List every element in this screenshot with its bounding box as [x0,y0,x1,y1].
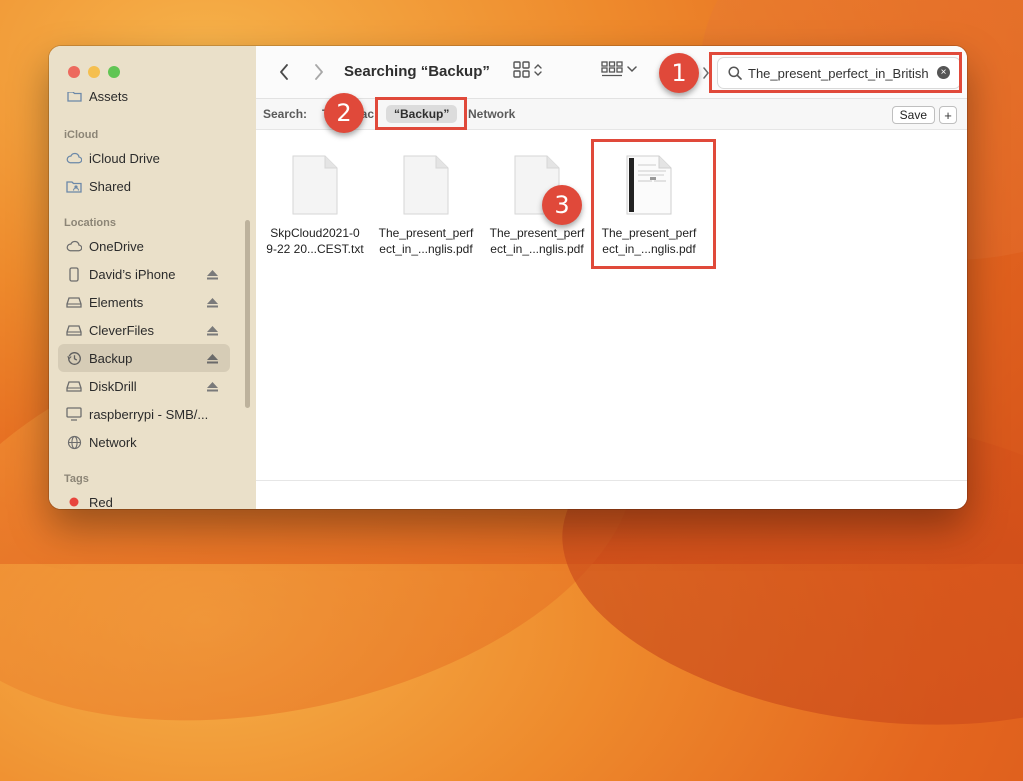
zoom-window-button[interactable] [108,66,120,78]
shared-folder-icon [66,178,82,194]
eject-icon[interactable] [207,380,218,395]
sidebar-item-label: Shared [89,178,131,194]
grid-icon [513,61,530,78]
file-name: The_present_perf ect_in_...nglis.pdf [378,226,474,256]
eject-icon[interactable] [207,268,218,283]
file-name: SkpCloud2021-0 9-22 20...CEST.txt [266,226,364,256]
sidebar-item-icloud-drive[interactable]: iCloud Drive [58,144,230,172]
sidebar-item-label: Backup [89,350,133,366]
eject-icon[interactable] [207,352,218,367]
sidebar-item-tag-red[interactable]: Red [58,488,230,509]
sidebar-list: Assets iCloud iCloud Drive Shared Locati… [49,92,256,509]
close-window-button[interactable] [68,66,80,78]
sidebar-item-backup[interactable]: Backup [58,344,230,372]
back-button[interactable] [274,62,294,82]
save-search-button[interactable]: Save [891,106,935,124]
window-controls [68,66,120,78]
folder-icon [66,92,82,104]
add-criteria-button[interactable]: + [939,106,957,124]
sidebar-item-network[interactable]: Network [58,428,230,456]
group-icon [601,61,623,77]
drive-icon [66,378,82,394]
drive-icon [66,294,82,310]
forward-button[interactable] [309,62,329,82]
time-machine-icon [66,350,82,366]
cloud-icon [66,150,82,166]
sidebar-item-onedrive[interactable]: OneDrive [58,232,230,260]
display-icon [66,406,82,422]
scope-network-button[interactable]: Network [468,107,515,121]
minimize-window-button[interactable] [88,66,100,78]
sidebar: Assets iCloud iCloud Drive Shared Locati… [49,46,257,509]
cloud-icon [66,238,82,254]
search-scope-label: Search: [263,107,308,121]
sidebar-item-shared[interactable]: Shared [58,172,230,200]
sidebar-item-cleverfiles[interactable]: CleverFiles [58,316,230,344]
drive-icon [66,322,82,338]
window-title: Searching “Backup” [344,63,490,80]
sidebar-section-icloud: iCloud [64,129,99,141]
sidebar-item-label: iCloud Drive [89,150,160,166]
group-by-button[interactable] [601,61,637,78]
file-name: The_present_perf ect_in_...nglis.pdf [489,226,585,256]
iphone-icon [66,266,82,282]
sidebar-section-tags: Tags [64,473,89,485]
highlight-backup-scope [375,97,467,130]
chevron-down-icon [627,66,637,73]
sidebar-item-label: DiskDrill [89,378,137,394]
blank-file-icon [292,155,338,215]
sidebar-item-label: OneDrive [89,238,144,254]
sidebar-item-label: Assets [89,92,129,104]
path-bar [256,480,967,509]
sidebar-item-label: raspberrypi - SMB/... [89,406,209,422]
sidebar-item-raspberrypi[interactable]: raspberrypi - SMB/... [58,400,230,428]
step-badge-3: 3 [542,185,582,225]
highlight-search-field [709,52,962,93]
sidebar-item-davids-iphone[interactable]: David’s iPhone [58,260,230,288]
sidebar-scrollbar[interactable] [245,220,250,408]
file-item[interactable]: The_present_perf ect_in_...nglis.pdf [370,130,482,257]
globe-icon [66,434,82,450]
chevron-left-icon [280,64,288,80]
sidebar-item-label: David’s iPhone [89,266,176,282]
step-badge-2: 2 [324,93,364,133]
up-down-chevron-icon [534,63,542,76]
eject-icon[interactable] [207,296,218,311]
blank-file-icon [403,155,449,215]
highlight-selected-file [591,139,716,269]
sidebar-item-label: Elements [89,294,144,310]
sidebar-item-label: Network [89,434,137,450]
sidebar-item-label: Red [89,494,113,510]
view-mode-button[interactable] [513,61,542,78]
sidebar-item-elements[interactable]: Elements [58,288,230,316]
finder-window: Assets iCloud iCloud Drive Shared Locati… [49,46,967,509]
chevron-right-icon [315,64,323,80]
step-badge-1: 1 [659,53,699,93]
red-tag-icon [66,494,82,509]
file-item[interactable]: SkpCloud2021-0 9-22 20...CEST.txt [259,130,371,257]
eject-icon[interactable] [207,324,218,339]
sidebar-section-locations: Locations [64,217,116,229]
sidebar-item-assets[interactable]: Assets [58,92,230,110]
sidebar-item-diskdrill[interactable]: DiskDrill [58,372,230,400]
sidebar-item-label: CleverFiles [89,322,155,338]
